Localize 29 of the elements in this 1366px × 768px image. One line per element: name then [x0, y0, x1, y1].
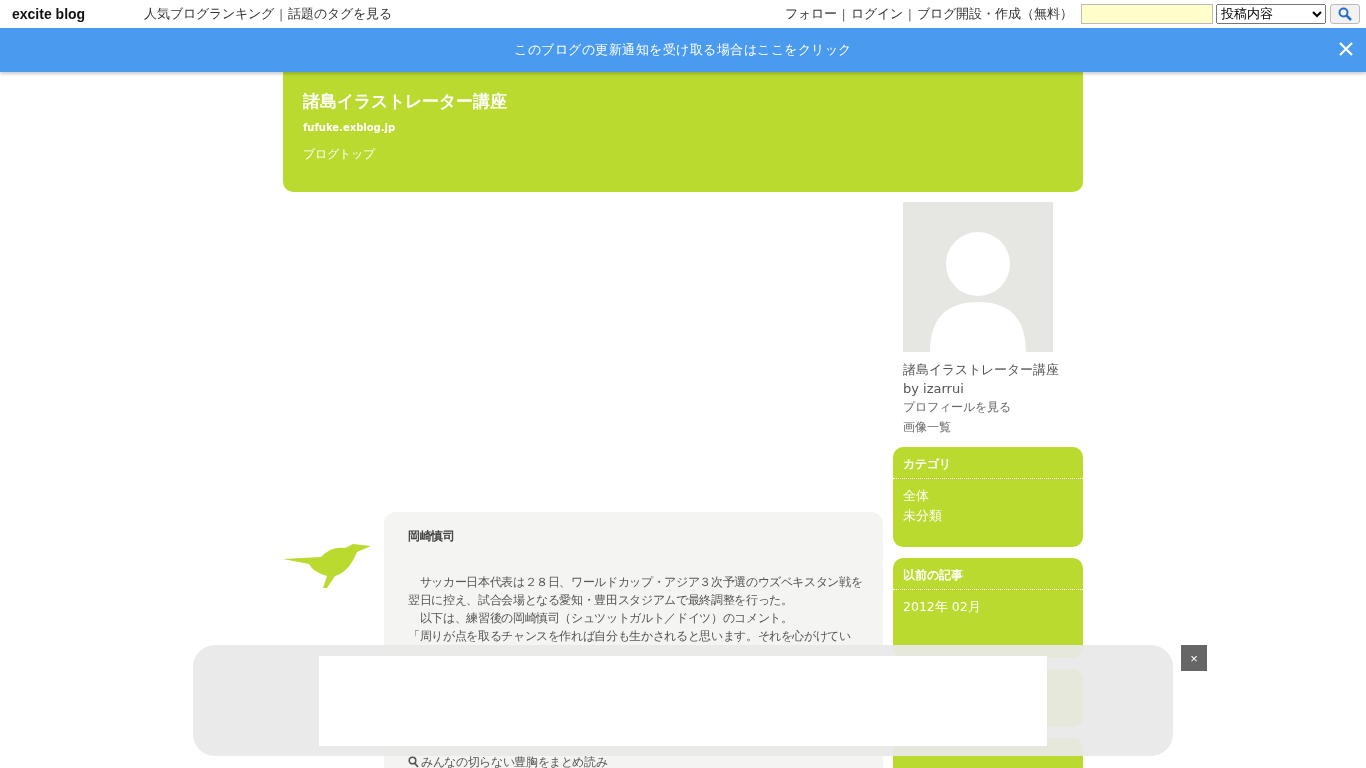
close-button[interactable]: × [1181, 645, 1207, 671]
user-link[interactable]: ブログ開設・作成（無料） [917, 5, 1073, 23]
nav-link[interactable]: 話題のタグを見る [288, 5, 393, 23]
user-link[interactable]: フォロー [784, 5, 837, 23]
excite-blog-logo[interactable]: excite blog [12, 6, 144, 22]
separator: | [279, 6, 284, 22]
separator: | [841, 6, 846, 22]
blog-title: 諸島イラストレーター講座 [303, 90, 508, 113]
separator: | [907, 6, 912, 22]
post-paragraph: サッカー日本代表は２８日、ワールドカップ・アジア３次予選のウズベキスタン戦を翌日に控え、試合会場となる愛知・豊田スタジアムで最終調整を行った。 [408, 574, 863, 609]
search-icon [408, 756, 419, 768]
nav-link[interactable]: 人気ブログランキング [144, 5, 274, 23]
scope-select[interactable]: 投稿内容 [1216, 4, 1326, 24]
user-link[interactable]: ログイン [850, 5, 903, 23]
search-button[interactable] [1330, 4, 1360, 24]
bird-icon [283, 542, 373, 590]
post-paragraph: 「周りが点を取るチャンスを作れば自分も生かされると思います。それを心がけてい [408, 628, 852, 645]
profile-link[interactable]: 画像一覧 [903, 419, 1083, 436]
post-title: 岡崎慎司 [408, 528, 456, 545]
profile-author: by izarrui [903, 381, 965, 396]
related-link[interactable]: みんなの切らない豊胸をまとめ読み [421, 756, 608, 768]
sidebar-card-title: カテゴリ [893, 447, 1083, 479]
search-icon [1338, 7, 1352, 21]
search-field[interactable] [1081, 4, 1213, 24]
sidebar-card-title: 以前の記事 [893, 558, 1083, 590]
blog-url: fufuke.exblog.jp [303, 122, 397, 133]
profile-name: 諸島イラストレーター講座 [903, 362, 1060, 379]
profile-link[interactable]: プロフィールを見る [903, 399, 1083, 416]
post-paragraph: 以下は、練習後の岡崎慎司（シュツットガルト／ドイツ）のコメント。 [418, 610, 794, 627]
